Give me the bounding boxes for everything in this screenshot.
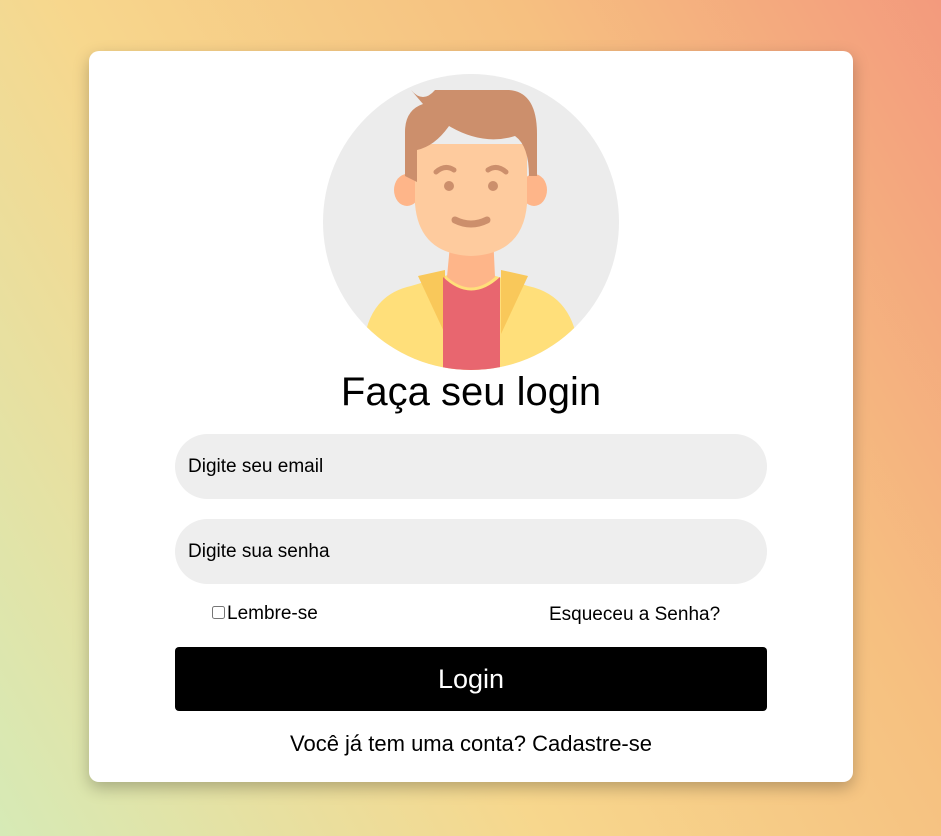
login-card: Faça seu login Lembre-se Esqueceu a Senh… bbox=[89, 51, 853, 782]
remember-me-option[interactable]: Lembre-se bbox=[212, 603, 318, 625]
password-input[interactable] bbox=[175, 519, 767, 584]
signup-prompt: Você já tem uma conta? Cadastre-se bbox=[89, 731, 853, 757]
login-button[interactable]: Login bbox=[175, 647, 767, 711]
user-avatar-icon bbox=[323, 74, 619, 370]
forgot-password-link[interactable]: Esqueceu a Senha? bbox=[549, 604, 720, 626]
signup-prompt-text: Você já tem uma conta? bbox=[290, 731, 527, 756]
email-input[interactable] bbox=[175, 434, 767, 499]
remember-me-checkbox[interactable] bbox=[212, 605, 225, 619]
signup-link[interactable]: Cadastre-se bbox=[532, 731, 652, 756]
remember-me-label: Lembre-se bbox=[227, 603, 318, 624]
page-title: Faça seu login bbox=[340, 370, 602, 414]
